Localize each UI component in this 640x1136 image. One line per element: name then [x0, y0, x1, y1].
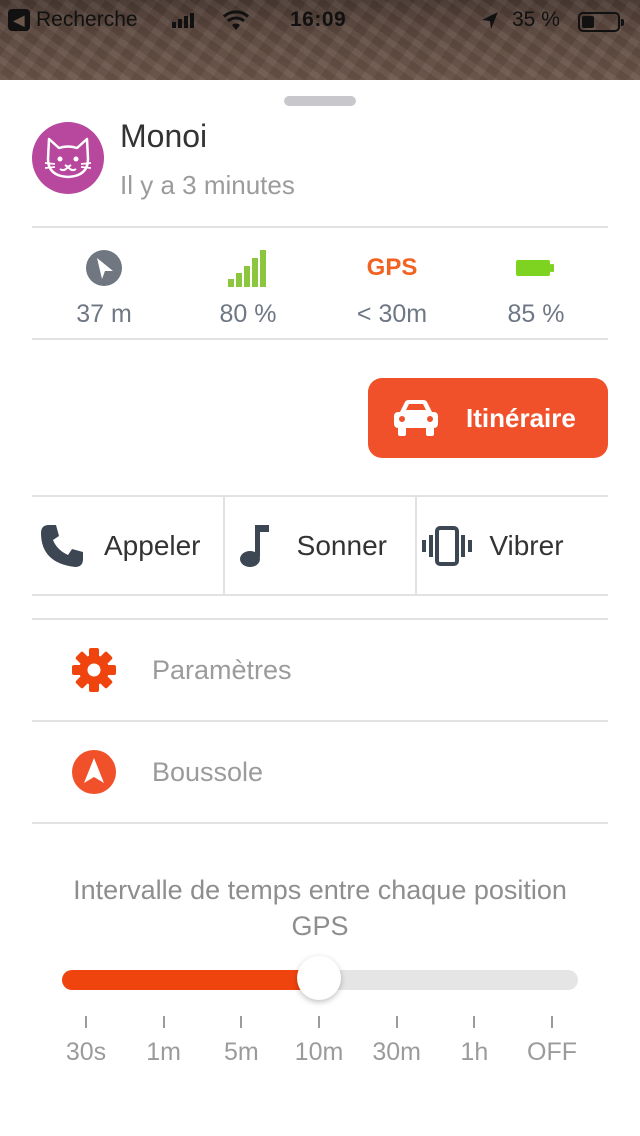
itinerary-label: Itinéraire: [466, 402, 576, 433]
vibrate-label: Vibrer: [489, 530, 564, 561]
interval-title: Intervalle de temps entre chaque positio…: [73, 875, 567, 941]
stats-row: 37 m 80 % GPS < 30m 85 %: [32, 230, 608, 340]
call-button[interactable]: Appeler: [32, 496, 223, 596]
divider: [32, 594, 608, 596]
battery-icon: [516, 260, 554, 276]
slider-thumb[interactable]: [297, 956, 341, 1000]
vibrate-button[interactable]: Vibrer: [415, 496, 608, 596]
battery-icon: [578, 12, 624, 32]
interval-option[interactable]: 30s: [56, 1016, 116, 1067]
ring-label: Sonner: [296, 530, 387, 561]
interval-slider[interactable]: [62, 956, 578, 1000]
interval-option[interactable]: 5m: [211, 1016, 271, 1067]
tick-label: 30m: [372, 1038, 421, 1066]
car-icon: [394, 400, 438, 436]
device-name: Monoi: [120, 118, 208, 154]
cat-icon: [44, 137, 92, 179]
tick-label: 1m: [146, 1038, 182, 1066]
ring-button[interactable]: Sonner: [222, 496, 416, 596]
cellular-signal-icon: [172, 12, 194, 28]
actions-row: Appeler Sonner Vibrer: [32, 496, 608, 596]
tick-mark: [395, 1016, 398, 1028]
sheet-handle[interactable]: [284, 96, 356, 106]
battery-value: 85 %: [507, 300, 565, 328]
tick-mark: [240, 1016, 243, 1028]
back-label: Recherche: [36, 8, 138, 31]
call-label: Appeler: [104, 530, 201, 561]
last-seen: Il y a 3 minutes: [120, 170, 295, 200]
stat-gps: GPS < 30m: [320, 230, 464, 340]
stat-signal: 80 %: [176, 230, 320, 340]
settings-item[interactable]: Paramètres: [32, 620, 608, 720]
tick-label: 5m: [223, 1038, 259, 1066]
gear-icon: [72, 648, 116, 692]
phone-icon: [41, 525, 83, 567]
distance-value: 37 m: [76, 300, 132, 328]
tick-label: 30s: [65, 1038, 107, 1066]
music-note-icon: [239, 525, 269, 567]
stat-distance: 37 m: [32, 230, 176, 340]
back-arrow-icon: ◀: [8, 9, 30, 31]
interval-ticks: 30s 1m 5m 10m 30m 1h OFF: [0, 1016, 640, 1076]
interval-option[interactable]: 30m: [367, 1016, 427, 1067]
divider: [32, 822, 608, 824]
divider: [32, 338, 608, 340]
tick-mark: [473, 1016, 476, 1028]
tick-mark: [318, 1016, 320, 1028]
gps-label: GPS: [366, 254, 418, 281]
interval-option[interactable]: OFF: [522, 1016, 582, 1067]
device-sheet: Monoi Il y a 3 minutes 37 m 80 % GPS < 3…: [0, 80, 640, 1136]
compass-icon: [72, 750, 116, 794]
location-services-icon: [482, 12, 498, 29]
settings-label: Paramètres: [152, 654, 292, 685]
tick-label: OFF: [527, 1038, 577, 1066]
signal-bars-icon: [228, 250, 266, 287]
tick-mark: [85, 1016, 87, 1028]
itinerary-button[interactable]: Itinéraire: [368, 378, 608, 458]
interval-option[interactable]: 1h: [444, 1016, 504, 1067]
device-avatar: [32, 122, 104, 194]
interval-option[interactable]: 10m: [289, 1016, 349, 1067]
navigation-arrow-icon: [86, 250, 122, 286]
tick-label: 1h: [460, 1038, 489, 1066]
wifi-icon: [223, 10, 249, 30]
tick-label: 10m: [294, 1038, 344, 1066]
signal-value: 80 %: [219, 300, 277, 328]
compass-label: Boussole: [152, 756, 264, 787]
tick-mark: [162, 1016, 165, 1028]
compass-item[interactable]: Boussole: [32, 722, 608, 822]
interval-option[interactable]: 1m: [134, 1016, 194, 1067]
back-to-search[interactable]: ◀ Recherche: [8, 8, 138, 32]
divider: [32, 226, 608, 228]
battery-percent: 35 %: [512, 8, 560, 31]
gps-accuracy-value: < 30m: [356, 300, 428, 328]
stat-battery: 85 %: [464, 230, 608, 340]
clock: 16:09: [290, 8, 347, 31]
status-bar: ◀ Recherche 16:09 35 %: [0, 0, 640, 80]
slider-fill: [62, 970, 319, 990]
address-blurred: ​​​: [32, 362, 332, 482]
tick-mark: [551, 1016, 553, 1028]
vibrate-icon: [422, 526, 473, 566]
